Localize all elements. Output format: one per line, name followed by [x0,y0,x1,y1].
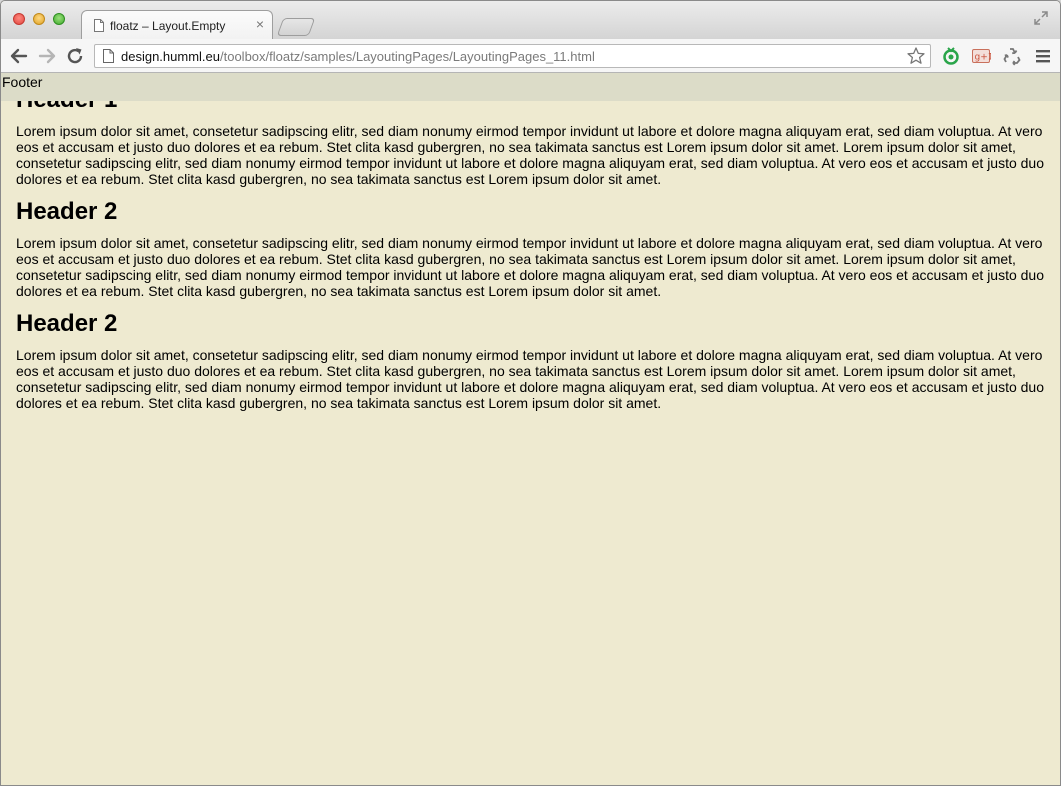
footer-label: Footer [2,74,43,90]
tab-title: floatz – Layout.Empty [110,19,226,33]
browser-window: floatz – Layout.Empty × design.humml.eu/… [0,0,1061,786]
back-arrow-icon[interactable] [9,46,29,66]
page-icon [94,19,104,32]
recycle-icon[interactable] [1002,46,1022,66]
url-path: /toolbox/floatz/samples/LayoutingPages/L… [220,49,595,64]
new-tab-button[interactable] [276,18,316,36]
reload-icon[interactable] [65,46,85,66]
footer-bar: Footer [1,73,1060,101]
browser-tab[interactable]: floatz – Layout.Empty × [81,10,273,39]
zoom-window-icon[interactable] [53,13,65,25]
section-paragraph: Lorem ipsum dolor sit amet, consetetur s… [16,235,1045,299]
forward-arrow-icon[interactable] [37,46,57,66]
menu-icon[interactable] [1033,46,1053,66]
section-paragraph: Lorem ipsum dolor sit amet, consetetur s… [16,123,1045,187]
url-text[interactable]: design.humml.eu/toolbox/floatz/samples/L… [121,49,595,64]
page-viewport: Footer Header 1 Lorem ipsum dolor sit am… [1,73,1060,785]
section-heading: Header 2 [16,310,118,337]
close-tab-icon[interactable]: × [256,16,264,32]
tab-strip: floatz – Layout.Empty × [1,1,1060,39]
fullscreen-icon[interactable] [1034,11,1048,25]
page-icon [103,49,114,63]
page-content: Header 1 Lorem ipsum dolor sit amet, con… [16,85,1050,421]
google-plus-icon[interactable]: g+1 [971,46,991,66]
svg-text:g+1: g+1 [975,53,992,63]
url-host: design.humml.eu [121,49,220,64]
address-bar[interactable]: design.humml.eu/toolbox/floatz/samples/L… [94,44,931,68]
section-heading: Header 2 [16,198,118,225]
browser-toolbar: design.humml.eu/toolbox/floatz/samples/L… [1,39,1060,73]
minimize-window-icon[interactable] [33,13,45,25]
close-window-icon[interactable] [13,13,25,25]
section-paragraph: Lorem ipsum dolor sit amet, consetetur s… [16,347,1045,411]
green-extension-icon[interactable] [941,46,961,66]
bookmark-star-icon[interactable] [906,46,926,66]
